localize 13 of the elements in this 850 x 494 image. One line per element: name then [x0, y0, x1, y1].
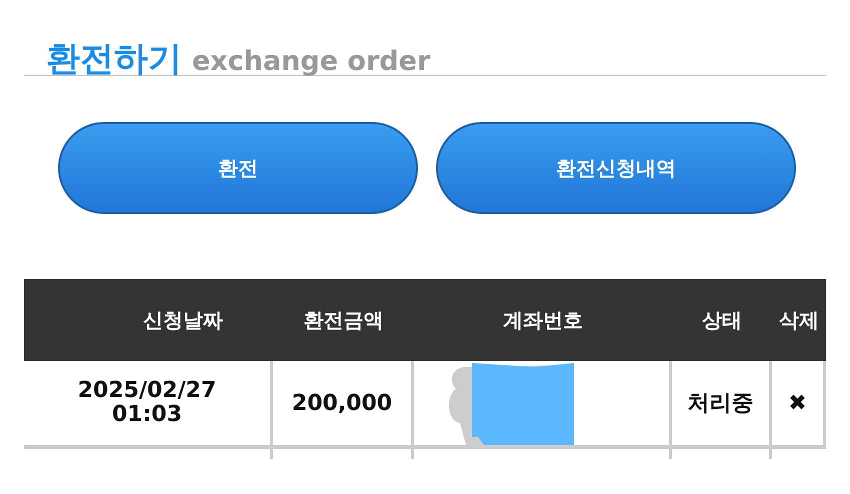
exchange-button[interactable]: 환전신청내역 [436, 122, 796, 214]
page-title: 환전하기 [46, 38, 182, 81]
column-header: 환전금액 [273, 279, 414, 361]
amount-cell: 200,000 [292, 390, 392, 416]
status-cell-text: 처리중 [688, 390, 754, 418]
exchange-button[interactable]: 환전 [58, 122, 418, 214]
column-header: 상태 [672, 279, 772, 361]
column-header: 신청날짜 [24, 279, 273, 361]
column-header: 계좌번호 [414, 279, 672, 361]
page-subtitle: exchange order [192, 46, 430, 77]
date-cell: 2025/02/27 01:03 [78, 378, 216, 428]
delete-icon[interactable]: ✖ [788, 390, 807, 416]
column-header: 삭제 [772, 279, 826, 361]
